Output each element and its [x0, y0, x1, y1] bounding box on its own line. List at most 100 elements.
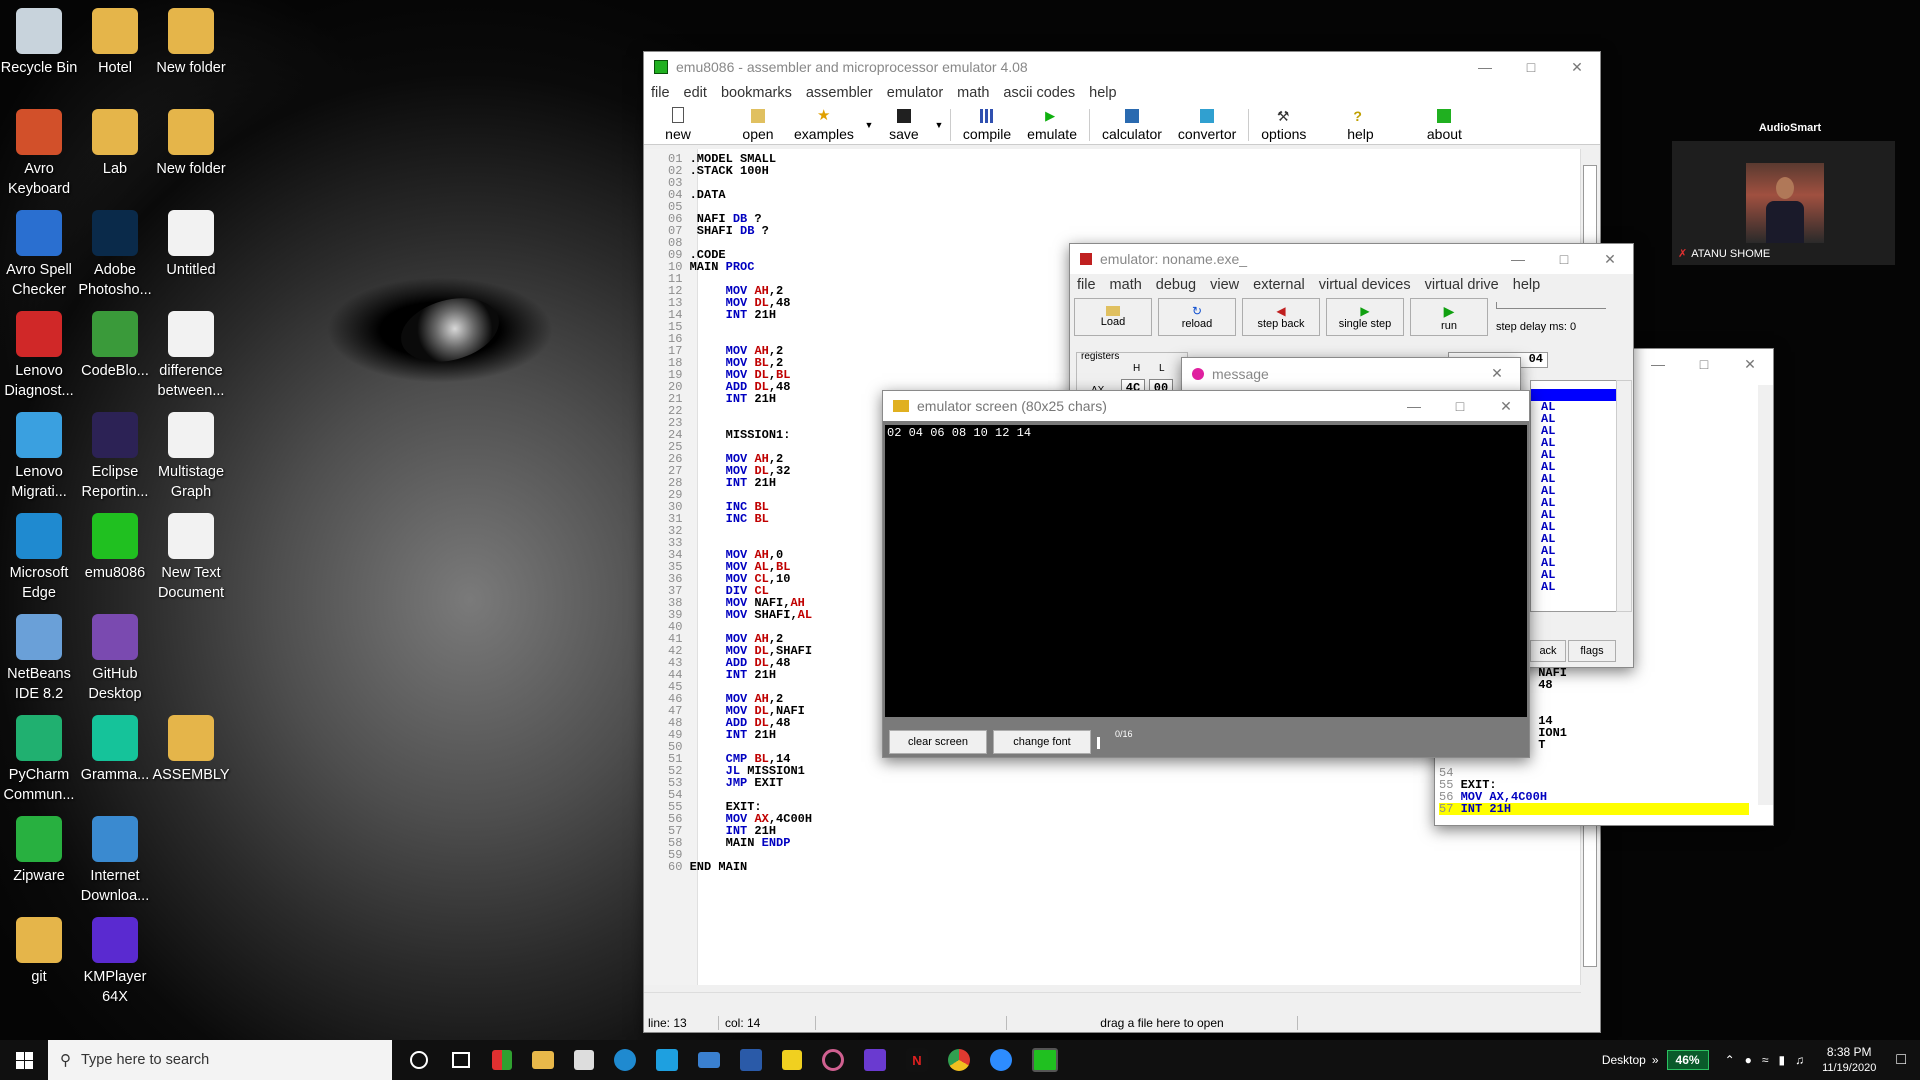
- close-icon[interactable]: ✕: [1474, 358, 1520, 388]
- close-icon[interactable]: ✕: [1587, 244, 1633, 274]
- about-button[interactable]: about: [1416, 109, 1472, 144]
- emulator-menu-math[interactable]: math: [1103, 277, 1149, 293]
- compile-button[interactable]: compile: [955, 109, 1019, 144]
- single-step-button[interactable]: ▶ single step: [1326, 298, 1404, 336]
- main-menu-bookmarks[interactable]: bookmarks: [714, 85, 799, 101]
- desktop-icon[interactable]: Multistage Graph: [152, 408, 230, 502]
- slider-track[interactable]: [1496, 302, 1606, 309]
- netflix-icon[interactable]: N: [906, 1048, 928, 1072]
- desktop-icon[interactable]: New folder: [152, 105, 230, 179]
- chevron-double-icon[interactable]: »: [1652, 1053, 1659, 1067]
- emulate-button[interactable]: ▶ emulate: [1019, 109, 1085, 144]
- chevron-up-icon[interactable]: ⌃: [1725, 1053, 1735, 1067]
- load-button[interactable]: Load: [1074, 298, 1152, 336]
- desktop-icon[interactable]: Internet Downloa...: [76, 812, 154, 906]
- zoom-icon[interactable]: [990, 1049, 1012, 1071]
- reload-button[interactable]: ↻ reload: [1158, 298, 1236, 336]
- kmplayer-taskbar-icon[interactable]: [864, 1049, 886, 1071]
- word-icon[interactable]: [740, 1049, 762, 1071]
- help-button[interactable]: ? help: [1332, 109, 1388, 144]
- desktop-icon[interactable]: PyCharm Commun...: [0, 711, 78, 805]
- clear-screen-button[interactable]: clear screen: [889, 730, 987, 754]
- open-button[interactable]: open: [730, 109, 786, 144]
- desktop-icon[interactable]: Gramma...: [76, 711, 154, 785]
- main-menu-emulator[interactable]: emulator: [880, 85, 950, 101]
- desktop-icon[interactable]: difference between...: [152, 307, 230, 401]
- minimize-icon[interactable]: —: [1635, 349, 1681, 379]
- main-menu-math[interactable]: math: [950, 85, 996, 101]
- change-font-button[interactable]: change font: [993, 730, 1091, 754]
- disasm-row[interactable]: AL: [1541, 581, 1617, 593]
- step-back-button[interactable]: ◀ step back: [1242, 298, 1320, 336]
- shopping-bag-icon[interactable]: [574, 1050, 594, 1070]
- save-button[interactable]: save: [876, 109, 932, 144]
- main-menu-file[interactable]: file: [644, 85, 677, 101]
- chrome-icon[interactable]: [948, 1049, 970, 1071]
- save-dropdown[interactable]: ▼: [932, 120, 946, 144]
- desktop-icon[interactable]: GitHub Desktop: [76, 610, 154, 704]
- desktop-icon[interactable]: Avro Spell Checker: [0, 206, 78, 300]
- new-button[interactable]: new: [650, 107, 706, 144]
- desktop-icon[interactable]: NetBeans IDE 8.2: [0, 610, 78, 704]
- step-delay-slider[interactable]: step delay ms: 0: [1496, 298, 1606, 338]
- desktop-icon[interactable]: Lab: [76, 105, 154, 179]
- video-participant-tile[interactable]: ✗ ATANU SHOME: [1672, 141, 1895, 265]
- desktop-icon[interactable]: Recycle Bin: [0, 4, 78, 78]
- wifi-icon[interactable]: ≈: [1762, 1053, 1769, 1067]
- desktop-icon[interactable]: Hotel: [76, 4, 154, 78]
- emulator-menu-help[interactable]: help: [1506, 277, 1547, 293]
- desktop-icon[interactable]: Eclipse Reportin...: [76, 408, 154, 502]
- desktop-icon[interactable]: CodeBlo...: [76, 307, 154, 381]
- desktop-icon[interactable]: ASSEMBLY: [152, 711, 230, 785]
- emu8086-taskbar-icon[interactable]: [1032, 1048, 1058, 1072]
- desktop-toolbar-label[interactable]: Desktop: [1602, 1053, 1646, 1067]
- editor-horizontal-scrollbar[interactable]: [644, 992, 1581, 1007]
- desktop-icon[interactable]: Untitled: [152, 206, 230, 280]
- main-menu-assembler[interactable]: assembler: [799, 85, 880, 101]
- desktop-icon[interactable]: Zipware: [0, 812, 78, 886]
- search-box[interactable]: ⚲ Type here to search: [48, 1040, 392, 1080]
- desktop-icon[interactable]: New folder: [152, 4, 230, 78]
- close-icon[interactable]: ✕: [1483, 391, 1529, 421]
- cortana-icon[interactable]: [410, 1051, 428, 1069]
- sticky-notes-icon[interactable]: [782, 1050, 802, 1070]
- emulator-menu-external[interactable]: external: [1246, 277, 1312, 293]
- volume-icon[interactable]: ♫: [1795, 1053, 1804, 1067]
- desktop-icon[interactable]: Adobe Photosho...: [76, 206, 154, 300]
- clock[interactable]: 8:38 PM 11/19/2020: [1822, 1044, 1876, 1076]
- notification-icon[interactable]: □: [1896, 1051, 1906, 1069]
- main-menu-help[interactable]: help: [1082, 85, 1123, 101]
- run-button[interactable]: ▶ run: [1410, 298, 1488, 336]
- disassembly-list[interactable]: AL AL AL AL AL AL AL AL AL AL AL AL AL AL AL AL: [1530, 380, 1618, 612]
- maximize-icon[interactable]: □: [1437, 391, 1483, 421]
- emulator-menu-virtual-devices[interactable]: virtual devices: [1312, 277, 1418, 293]
- screen-output-area[interactable]: 02 04 06 08 10 12 14: [885, 425, 1527, 717]
- maximize-icon[interactable]: □: [1508, 52, 1554, 82]
- emulator-menu-file[interactable]: file: [1070, 277, 1103, 293]
- minimize-icon[interactable]: —: [1391, 391, 1437, 421]
- convertor-button[interactable]: convertor: [1170, 109, 1244, 144]
- emulator-menu-virtual-drive[interactable]: virtual drive: [1418, 277, 1506, 293]
- emulator-menu-debug[interactable]: debug: [1149, 277, 1203, 293]
- start-button[interactable]: [0, 1040, 48, 1080]
- file-explorer-icon[interactable]: [532, 1051, 554, 1069]
- minimize-icon[interactable]: —: [1462, 52, 1508, 82]
- desktop-icon[interactable]: KMPlayer 64X: [76, 913, 154, 1007]
- main-menu-edit[interactable]: edit: [677, 85, 714, 101]
- microphone-icon[interactable]: ●: [1745, 1053, 1752, 1067]
- maximize-icon[interactable]: □: [1681, 349, 1727, 379]
- desktop-icon[interactable]: Microsoft Edge: [0, 509, 78, 603]
- l-app-icon[interactable]: [656, 1049, 678, 1071]
- desktop-icon[interactable]: New Text Document: [152, 509, 230, 603]
- desktop-icon[interactable]: emu8086: [76, 509, 154, 583]
- source-scrollbar[interactable]: [1758, 385, 1773, 805]
- desktop-icon[interactable]: git: [0, 913, 78, 987]
- calculator-button[interactable]: calculator: [1094, 109, 1170, 144]
- edge-taskbar-icon[interactable]: [614, 1049, 636, 1071]
- examples-dropdown[interactable]: ▼: [862, 120, 876, 144]
- options-button[interactable]: ⚒ options: [1253, 109, 1314, 144]
- emulator-menu-view[interactable]: view: [1203, 277, 1246, 293]
- desktop-icon[interactable]: Avro Keyboard: [0, 105, 78, 199]
- battery-icon[interactable]: ▮: [1778, 1053, 1785, 1067]
- main-menu-ascii-codes[interactable]: ascii codes: [996, 85, 1082, 101]
